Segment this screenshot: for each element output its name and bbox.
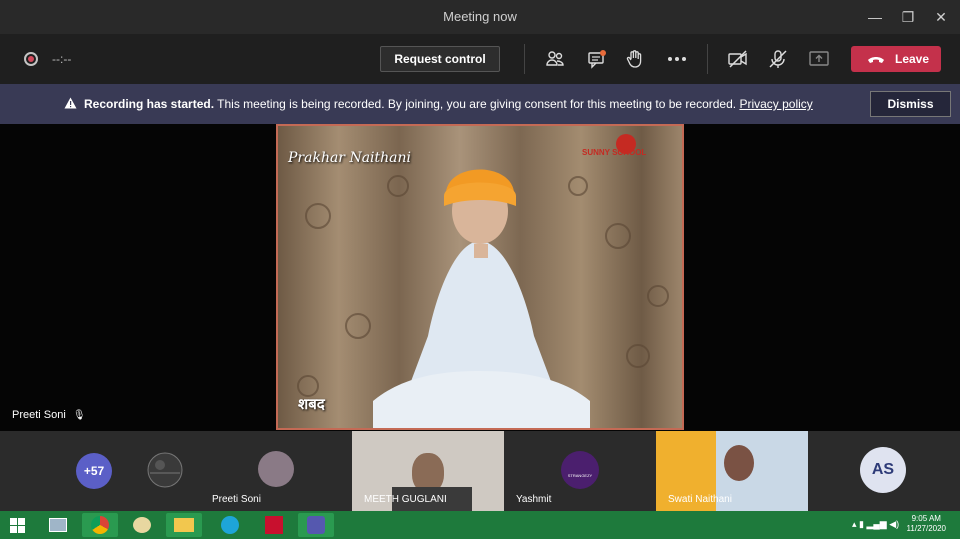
participant-name: Swati Naithani	[668, 494, 732, 505]
edge-icon[interactable]	[212, 513, 248, 537]
participant-tile-video[interactable]: Swati Naithani	[656, 431, 808, 511]
leave-label: Leave	[895, 52, 930, 66]
mic-off-icon[interactable]	[767, 48, 789, 70]
windows-taskbar: ▴ ▮ ▂▄▆ ◀) 9:05 AM 11/27/2020	[0, 511, 960, 539]
title-bar: Meeting now — ❐ ✕	[0, 0, 960, 34]
leave-button[interactable]: Leave	[851, 46, 941, 72]
school-logo-text: SUNNY SCHOOL	[582, 148, 647, 157]
participant-strip: +57 Preeti Soni MEETH GUGLANI STRANGEZY …	[0, 431, 960, 511]
banner-text: This meeting is being recorded. By joini…	[214, 97, 740, 111]
participant-name: MEETH GUGLANI	[364, 494, 447, 505]
video-overlay-name: Prakhar Naithani	[288, 150, 412, 166]
more-participants-badge[interactable]: +57	[76, 453, 112, 489]
recording-banner: Recording has started. This meeting is b…	[0, 84, 960, 124]
banner-bold-text: Recording has started.	[84, 97, 215, 111]
paint-icon[interactable]	[124, 513, 160, 537]
meeting-toolbar: --:-- Request control Leave	[0, 34, 960, 84]
meeting-stage: Prakhar Naithani शबद SUNNY SCHOOL Preeti…	[0, 124, 960, 431]
shared-video[interactable]: Prakhar Naithani शबद SUNNY SCHOOL	[276, 124, 684, 430]
maximize-icon[interactable]: ❐	[897, 6, 919, 28]
taskbar-clock[interactable]: 9:05 AM 11/27/2020	[907, 514, 946, 534]
chat-icon[interactable]	[586, 48, 608, 70]
avatar	[147, 452, 183, 488]
video-overlay-caption: शबद	[298, 396, 325, 413]
window-title: Meeting now	[443, 9, 517, 24]
computer-app-icon[interactable]	[40, 513, 76, 537]
speaker-name: Preeti Soni 🎙︎	[12, 409, 86, 421]
raise-hand-icon[interactable]	[624, 48, 646, 70]
participant-tile-overflow[interactable]: +57	[0, 431, 200, 511]
participant-name: Yashmit	[516, 494, 552, 505]
windows-start-icon[interactable]	[10, 518, 25, 533]
participant-video	[724, 445, 754, 481]
share-screen-icon[interactable]	[808, 48, 830, 70]
minimize-icon[interactable]: —	[864, 6, 886, 28]
speaker-label: Preeti Soni	[12, 409, 66, 421]
recording-icon	[24, 52, 38, 66]
avatar: STRANGEZY	[561, 451, 599, 489]
participant-tile-video[interactable]: MEETH GUGLANI	[352, 431, 504, 511]
meeting-timer: --:--	[52, 52, 72, 66]
hang-up-icon	[868, 57, 884, 63]
dismiss-button[interactable]: Dismiss	[870, 91, 951, 117]
participant-name: Preeti Soni	[212, 494, 261, 505]
acrobat-icon[interactable]	[256, 513, 292, 537]
warning-icon	[64, 97, 77, 109]
video-frame	[278, 126, 682, 428]
camera-off-icon[interactable]	[727, 48, 749, 70]
participant-tile[interactable]: STRANGEZY Yashmit	[504, 431, 656, 511]
teams-icon[interactable]	[298, 513, 334, 537]
file-explorer-icon[interactable]	[166, 513, 202, 537]
close-icon[interactable]: ✕	[930, 6, 952, 28]
chrome-icon[interactable]	[82, 513, 118, 537]
avatar	[258, 451, 294, 487]
system-tray-icons[interactable]: ▴ ▮ ▂▄▆ ◀)	[852, 519, 912, 531]
divider	[707, 44, 708, 74]
participant-tile[interactable]: Preeti Soni	[200, 431, 352, 511]
more-options-icon[interactable]	[666, 48, 688, 70]
request-control-button[interactable]: Request control	[380, 46, 500, 72]
banner-message: Recording has started. This meeting is b…	[84, 97, 813, 111]
clock-date: 11/27/2020	[906, 524, 946, 533]
privacy-policy-link[interactable]: Privacy policy	[739, 97, 812, 111]
divider	[524, 44, 525, 74]
mic-off-icon: 🎙︎	[72, 410, 86, 421]
avatar-initials[interactable]: AS	[860, 447, 906, 493]
clock-time: 9:05 AM	[911, 514, 941, 523]
participants-icon[interactable]	[544, 48, 566, 70]
